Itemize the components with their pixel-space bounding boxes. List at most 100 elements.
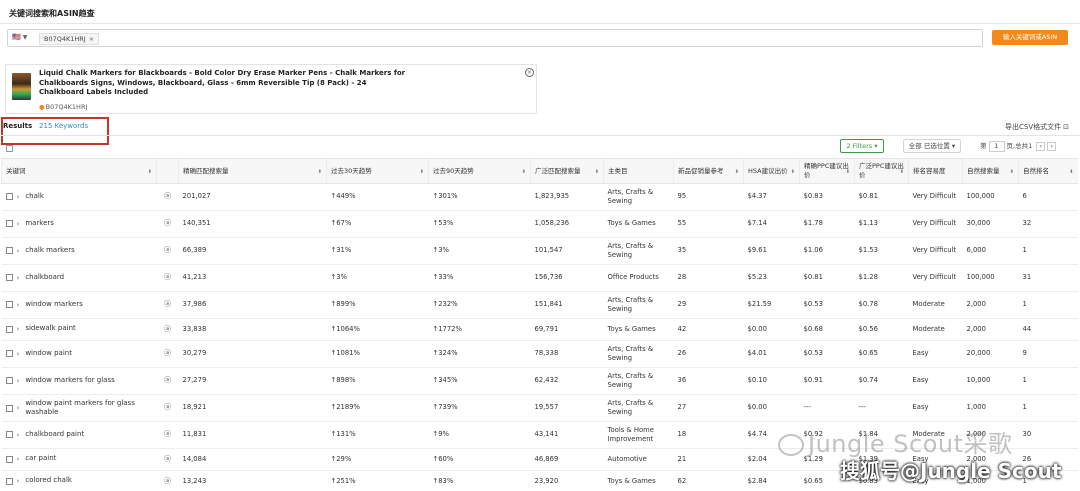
expand-icon[interactable]: › xyxy=(17,274,20,284)
table-row[interactable]: › chalk markers ⓐ 66,389 ↑31% ↑3% 101,547 Arts,… xyxy=(1,237,1078,265)
amazon-search-icon[interactable]: ⓐ xyxy=(156,237,179,265)
row-checkbox[interactable] xyxy=(5,404,13,412)
row-checkbox[interactable] xyxy=(5,350,13,358)
close-icon[interactable]: × xyxy=(89,35,94,43)
expand-icon[interactable]: › xyxy=(17,455,20,465)
category-cell: Tools & Home Improvement xyxy=(603,421,674,449)
market-select[interactable]: 🇺🇸 ▼ xyxy=(12,33,34,44)
table-row[interactable]: › window paint markers for glass washable… xyxy=(1,394,1078,422)
row-checkbox[interactable] xyxy=(5,220,13,228)
row-checkbox[interactable] xyxy=(5,274,13,282)
column-header[interactable]: 排名容易度 xyxy=(908,158,963,184)
expand-icon[interactable]: › xyxy=(17,220,20,230)
organic-cell: 10,000 xyxy=(962,367,1019,395)
amazon-search-icon[interactable]: ⓐ xyxy=(156,394,179,422)
amazon-search-icon[interactable]: ⓐ xyxy=(156,367,179,395)
sort-icon[interactable]: ⬍ xyxy=(318,168,322,177)
keyword-text: window markers for glass xyxy=(25,375,115,384)
row-checkbox[interactable] xyxy=(5,325,13,333)
column-header[interactable]: 新品促销量参考 ⬍ xyxy=(673,158,744,184)
product-title[interactable]: Liquid Chalk Markers for Blackboards - B… xyxy=(39,69,409,98)
sort-icon[interactable]: ⬍ xyxy=(148,168,152,177)
broad-cell: 156,736 xyxy=(530,264,604,292)
exact_ppc-cell: $0.83 xyxy=(799,183,855,211)
column-header[interactable]: 过去30天趋势 ⬍ xyxy=(326,158,429,184)
table-row[interactable]: › window paint ⓐ 30,279 ↑1081% ↑324% 78,338 Art… xyxy=(1,340,1078,368)
download-icon: ⊡ xyxy=(1063,123,1069,131)
giveaways-cell: 36 xyxy=(673,367,744,395)
column-header[interactable]: HSA建议出价 ⬍ xyxy=(743,158,800,184)
expand-icon[interactable]: › xyxy=(17,193,20,203)
expand-icon[interactable]: › xyxy=(17,301,20,311)
row-checkbox[interactable] xyxy=(5,301,13,309)
column-header[interactable]: 精确匹配搜索量 ⬍ xyxy=(178,158,327,184)
table-row[interactable]: › window markers ⓐ 37,986 ↑899% ↑232% 151,841 A… xyxy=(1,291,1078,319)
expand-icon[interactable]: › xyxy=(17,325,20,335)
expand-icon[interactable]: › xyxy=(17,477,20,487)
column-header[interactable]: 精确PPC建议出价 ⬍ xyxy=(799,158,855,184)
row-checkbox[interactable] xyxy=(5,431,13,439)
export-csv-button[interactable]: 导出CSV格式文件 ⊡ xyxy=(1005,122,1069,132)
rank-cell: 9 xyxy=(1018,340,1078,368)
t90-cell: ↑9% xyxy=(428,421,531,449)
select-all-checkbox[interactable] xyxy=(6,145,13,152)
amazon-search-icon[interactable]: ⓐ xyxy=(156,210,179,238)
column-header[interactable]: 广泛PPC建议出价 ⬍ xyxy=(854,158,909,184)
amazon-search-icon[interactable]: ⓐ xyxy=(156,264,179,292)
category-cell: Arts, Crafts & Sewing xyxy=(603,237,674,265)
sort-icon[interactable]: ⬍ xyxy=(900,168,904,177)
expand-icon[interactable]: › xyxy=(17,350,20,360)
amazon-search-icon[interactable]: ⓐ xyxy=(156,340,179,368)
column-header[interactable]: 广泛匹配搜索量 ⬍ xyxy=(530,158,604,184)
search-button[interactable]: 输入关键词或ASIN xyxy=(992,30,1068,45)
column-header[interactable]: 自然搜索量 ⬍ xyxy=(962,158,1019,184)
expand-icon[interactable]: › xyxy=(17,404,20,414)
page-input[interactable]: 1 xyxy=(988,141,1005,152)
sort-icon[interactable]: ⬍ xyxy=(1069,168,1073,177)
sort-icon[interactable]: ⬍ xyxy=(735,168,739,177)
table-row[interactable]: › chalkboard ⓐ 41,213 ↑3% ↑33% 156,736 Office P… xyxy=(1,264,1078,292)
amazon-search-icon[interactable]: ⓐ xyxy=(156,318,179,341)
sort-icon[interactable]: ⬍ xyxy=(846,168,850,177)
row-checkbox[interactable] xyxy=(5,247,13,255)
expand-icon[interactable]: › xyxy=(17,377,20,387)
hsa-cell: $4.37 xyxy=(743,183,800,211)
tab-results[interactable]: Results xyxy=(3,122,32,130)
amazon-search-icon[interactable]: ⓐ xyxy=(156,291,179,319)
column-header[interactable]: 主类目 xyxy=(603,158,674,184)
table-row[interactable]: › sidewalk paint ⓐ 33,838 ↑1064% ↑1772% 69,791… xyxy=(1,318,1078,341)
prev-page-icon[interactable]: ‹ xyxy=(1036,142,1046,151)
search-input[interactable]: 🇺🇸 ▼ B07Q4K1HRJ × xyxy=(7,29,983,47)
remove-product-icon[interactable]: × xyxy=(525,68,534,77)
amazon-search-icon[interactable]: ⓐ xyxy=(156,470,179,491)
row-checkbox[interactable] xyxy=(5,377,13,385)
next-page-icon[interactable]: › xyxy=(1047,142,1057,151)
expand-icon[interactable]: › xyxy=(17,247,20,257)
table-row[interactable]: › chalk ⓐ 201,027 ↑449% ↑301% 1,823,935 Arts, C… xyxy=(1,183,1078,211)
column-header[interactable]: 自然排名 ⬍ xyxy=(1018,158,1078,184)
expand-icon[interactable]: › xyxy=(17,431,20,441)
column-header[interactable]: 过去90天趋势 ⬍ xyxy=(428,158,531,184)
sort-icon[interactable]: ⬍ xyxy=(522,168,526,177)
hsa-cell: $9.61 xyxy=(743,237,800,265)
filters-button[interactable]: 2 Filters ▾ xyxy=(840,139,884,153)
row-checkbox[interactable] xyxy=(5,477,13,485)
table-row[interactable]: › window markers for glass ⓐ 27,279 ↑898% ↑34… xyxy=(1,367,1078,395)
broad_ppc-cell: --- xyxy=(854,394,909,422)
broad-cell: 46,869 xyxy=(530,448,604,471)
sort-icon[interactable]: ⬍ xyxy=(595,168,599,177)
category-cell: Arts, Crafts & Sewing xyxy=(603,394,674,422)
amazon-search-icon[interactable]: ⓐ xyxy=(156,183,179,211)
column-select[interactable]: 全部 已选位置 ▾ xyxy=(903,139,961,153)
amazon-search-icon[interactable]: ⓐ xyxy=(156,421,179,449)
column-header[interactable]: 关键词 ⬍ xyxy=(1,158,157,184)
table-row[interactable]: › markers ⓐ 140,351 ↑67% ↑53% 1,058,236 Toys & … xyxy=(1,210,1078,238)
amazon-search-icon[interactable]: ⓐ xyxy=(156,448,179,471)
row-checkbox[interactable] xyxy=(5,455,13,463)
sort-icon[interactable]: ⬍ xyxy=(1010,168,1014,177)
sort-icon[interactable]: ⬍ xyxy=(420,168,424,177)
sort-icon[interactable]: ⬍ xyxy=(791,168,795,177)
product-asin[interactable]: ●B07Q4K1HRJ xyxy=(39,103,87,111)
column-header[interactable] xyxy=(156,158,179,184)
row-checkbox[interactable] xyxy=(5,193,13,201)
